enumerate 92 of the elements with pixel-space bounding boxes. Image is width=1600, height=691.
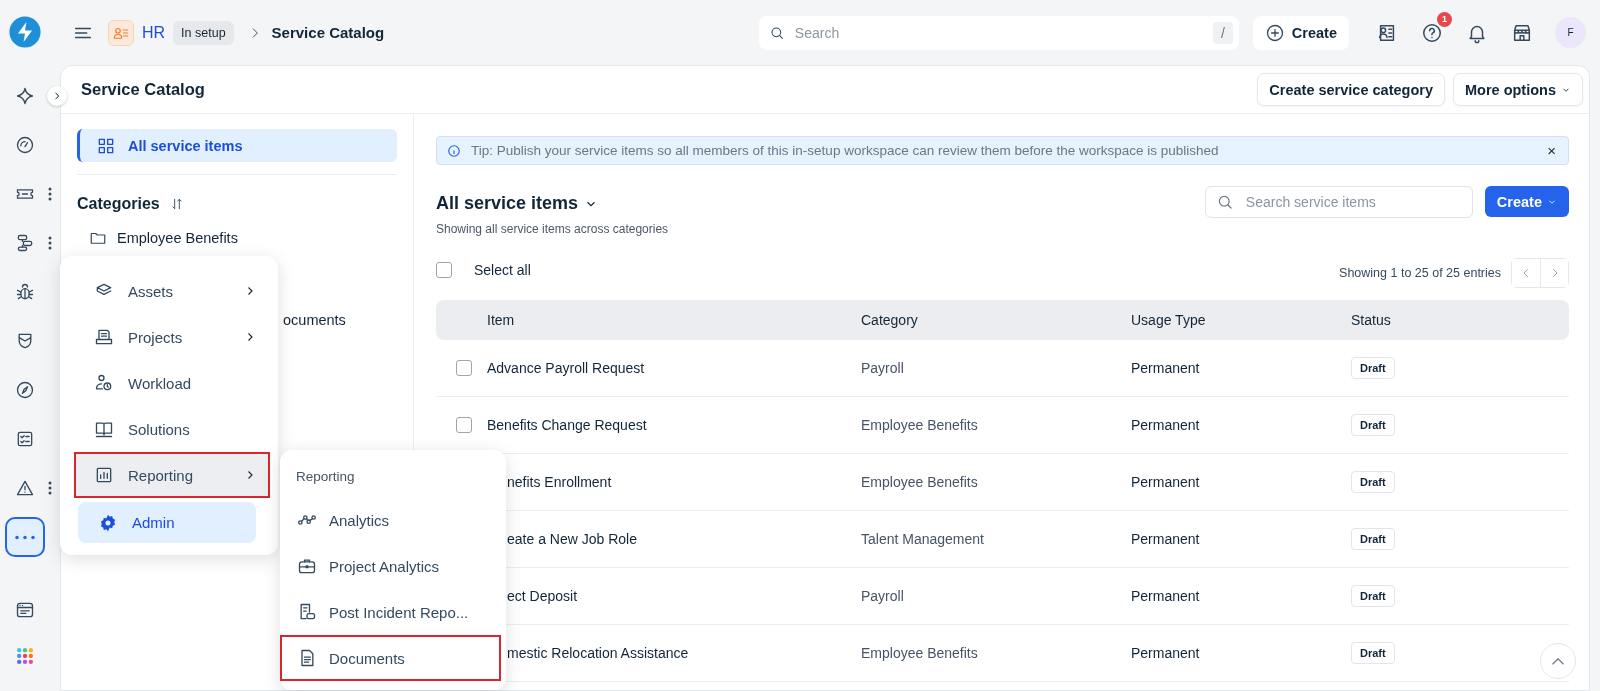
table-cell-text: mestic Relocation Assistance: [506, 645, 690, 661]
search-icon: [768, 24, 785, 41]
help-icon[interactable]: [1421, 21, 1443, 44]
column-header: Status: [1351, 312, 1392, 328]
checklist-icon: [15, 429, 35, 449]
table-cell-text: Permanent: [1131, 531, 1201, 547]
menu-item[interactable]: Project Analytics: [280, 543, 501, 589]
menu-item[interactable]: Assets: [74, 268, 270, 314]
status-badge: Draft: [1351, 357, 1395, 379]
view-dropdown[interactable]: All service items: [436, 193, 599, 214]
bug-icon: [15, 282, 35, 302]
kebab-icon[interactable]: [48, 236, 52, 250]
breadcrumb: Service Catalog: [271, 24, 385, 41]
menu-item[interactable]: Projects: [74, 314, 270, 360]
table-cell-text: Benefits Change Request: [487, 417, 648, 433]
table-cell-text: Employee Benefits: [861, 417, 979, 433]
compass-icon: [15, 380, 35, 400]
chevron-icon: [52, 91, 62, 101]
checkbox[interactable]: [436, 262, 452, 278]
status-pill: In setup: [173, 20, 234, 45]
column-header: Category: [861, 312, 919, 328]
tip-text: Tip: Publish your service items so all members of this in-setup workspace can review them before the workspace is published: [471, 143, 1219, 158]
apps-icon: [15, 646, 35, 666]
plus-icon: [1264, 22, 1285, 43]
status-badge: Draft: [1351, 471, 1395, 493]
notification-badge: 1: [1437, 11, 1452, 27]
header-button[interactable]: Create service category: [1257, 73, 1445, 106]
table-cell-text: Permanent: [1131, 474, 1201, 490]
menu-item[interactable]: Reporting: [74, 452, 270, 498]
category-item[interactable]: ocuments: [283, 311, 346, 328]
table-cell-text: Permanent: [1131, 588, 1201, 604]
table-cell-text: Employee Benefits: [861, 474, 979, 490]
gear-icon: [98, 512, 118, 533]
user-avatar[interactable]: F: [1555, 17, 1586, 48]
category-item[interactable]: Employee Benefits: [117, 229, 238, 246]
checkbox-label: Select all: [474, 262, 531, 278]
section-title: Categories: [77, 195, 160, 213]
kebab-icon[interactable]: [48, 481, 52, 495]
table-cell-text: Payroll: [861, 360, 905, 376]
table-cell-text: nefits Enrollment: [506, 474, 613, 490]
submenu-title: Reporting: [295, 468, 356, 486]
status-badge: Draft: [1351, 528, 1395, 550]
project-icon: [94, 327, 114, 347]
table-cell-text: Permanent: [1131, 645, 1201, 661]
status-badge: Draft: [1351, 642, 1395, 664]
create-button[interactable]: Create: [1252, 15, 1349, 50]
table-cell-text: Talent Management: [861, 531, 985, 547]
panel-icon: [15, 600, 35, 620]
workspace-name[interactable]: HR: [142, 23, 166, 42]
gauge-icon: [15, 135, 35, 155]
checkbox[interactable]: [456, 360, 472, 376]
table-cell-text: Employee Benefits: [861, 645, 979, 661]
menu-item[interactable]: Solutions: [74, 406, 270, 452]
column-header: Item: [487, 312, 516, 328]
column-header: Usage Type: [1131, 312, 1207, 328]
table-cell-text: ect Deposit: [506, 588, 579, 604]
flow-icon: [15, 233, 35, 253]
sparkle-icon: [15, 86, 35, 106]
table-cell-text: Payroll: [861, 588, 905, 604]
warning-icon: [15, 478, 35, 498]
checkbox[interactable]: [456, 417, 472, 433]
status-badge: Draft: [1351, 414, 1395, 436]
workload-icon: [94, 373, 114, 393]
menu-item[interactable]: Post Incident Repo...: [280, 589, 501, 635]
menu-item[interactable]: Workload: [74, 360, 270, 406]
menu-item[interactable]: Analytics: [280, 497, 501, 543]
kebab-icon[interactable]: [48, 187, 52, 201]
menu-item[interactable]: Documents: [280, 635, 501, 681]
sort-icon[interactable]: [169, 197, 184, 211]
close-button[interactable]: ×: [1547, 142, 1556, 159]
subtitle: Showing all service items across categories: [436, 222, 669, 236]
dropdown-button[interactable]: More options: [1452, 73, 1583, 106]
more-icon: [15, 534, 35, 540]
page-title: Service Catalog: [81, 80, 205, 99]
table-cell-text: Advance Payroll Request: [487, 360, 646, 376]
rail-button[interactable]: [5, 517, 45, 557]
shortcut-key: /: [1212, 21, 1233, 44]
entries-count: Showing 1 to 25 of 25 entries: [1339, 266, 1501, 280]
logo-icon: [8, 15, 42, 49]
search-field[interactable]: Search /: [758, 15, 1239, 50]
table-cell-text: Permanent: [1131, 360, 1201, 376]
chart-icon: [94, 465, 114, 485]
search-field[interactable]: Search service items: [1204, 186, 1473, 218]
table-cell-text: Permanent: [1131, 417, 1201, 433]
menu-item[interactable]: Admin: [78, 502, 256, 543]
status-badge: Draft: [1351, 585, 1395, 607]
workspace-icon: [108, 19, 134, 46]
table-cell-text: eate a New Job Role: [506, 531, 638, 547]
search-input[interactable]: Search: [792, 23, 1205, 42]
sidebar-item[interactable]: All service items: [77, 129, 397, 162]
info-icon: [447, 143, 461, 158]
create-button[interactable]: Create: [1484, 186, 1569, 217]
